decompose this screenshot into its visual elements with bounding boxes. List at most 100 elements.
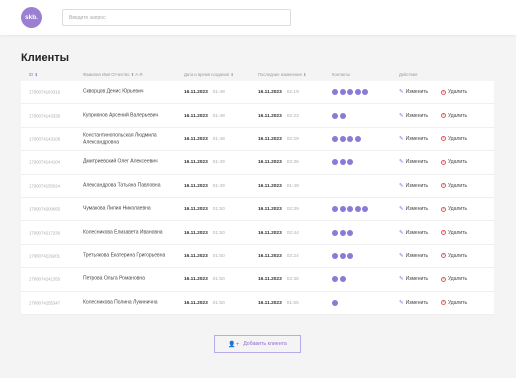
contact-icon[interactable] <box>347 159 353 166</box>
contact-icon[interactable] <box>347 135 353 142</box>
delete-icon: × <box>441 113 446 119</box>
delete-label: Удалить <box>448 112 468 119</box>
delete-label: Удалить <box>448 299 468 306</box>
contact-icon[interactable] <box>332 252 338 259</box>
updated-time: 02:36 <box>286 160 299 166</box>
contact-icon[interactable] <box>354 135 361 142</box>
edit-button[interactable]: ✎ Изменить <box>399 206 428 212</box>
table-row: 1700074155024 Александрова Татьяна Павлов… <box>21 174 494 198</box>
edit-button[interactable]: ✎ Изменить <box>399 183 428 189</box>
edit-button[interactable]: ✎ Изменить <box>399 300 428 306</box>
contact-icon[interactable] <box>347 89 353 96</box>
contact-icon[interactable] <box>347 206 353 213</box>
delete-button[interactable]: × Удалить <box>441 183 467 189</box>
created-time: 01:50 <box>212 300 225 306</box>
contact-icon[interactable] <box>332 159 338 166</box>
updated-datetime: 16.11.2023 02:36 <box>258 276 299 282</box>
delete-button[interactable]: × Удалить <box>441 276 467 282</box>
updated-date: 16.11.2023 <box>258 113 282 119</box>
delete-button[interactable]: × Удалить <box>441 206 467 212</box>
column-contacts-header: Контакты <box>332 72 351 77</box>
delete-button[interactable]: × Удалить <box>441 113 467 119</box>
edit-button[interactable]: ✎ Изменить <box>399 276 428 282</box>
contact-icon[interactable] <box>332 112 338 119</box>
contact-icon[interactable] <box>354 89 361 96</box>
edit-button[interactable]: ✎ Изменить <box>399 253 428 259</box>
search-input[interactable] <box>62 9 291 26</box>
updated-date: 16.11.2023 <box>258 90 282 96</box>
delete-button[interactable]: × Удалить <box>441 89 467 95</box>
created-datetime: 16.11.2023 01:48 <box>184 113 225 119</box>
column-created-header[interactable]: Дата и время создания ⬇ <box>184 72 234 77</box>
created-time: 01:48 <box>212 136 225 142</box>
delete-label: Удалить <box>448 89 468 96</box>
delete-icon: × <box>441 206 446 212</box>
contact-icon[interactable] <box>339 159 346 166</box>
contact-icon[interactable] <box>339 229 346 236</box>
edit-button[interactable]: ✎ Изменить <box>399 136 428 142</box>
edit-label: Изменить <box>405 89 429 96</box>
created-date: 16.11.2023 <box>184 160 208 166</box>
delete-icon: × <box>441 159 446 165</box>
contact-icon[interactable] <box>332 135 338 142</box>
contact-icon[interactable] <box>332 276 338 283</box>
contact-icon[interactable] <box>339 252 346 259</box>
contact-icon[interactable] <box>339 112 346 119</box>
updated-time: 01:49 <box>286 183 299 189</box>
table-row: 1700074143108 Константинопольская Людмила… <box>21 127 494 152</box>
contact-icon[interactable] <box>339 206 346 213</box>
updated-datetime: 16.11.2023 01:55 <box>258 300 299 306</box>
table-row: 1700074217236 Колесникова Елизавета Ивано… <box>21 221 494 245</box>
contact-icon[interactable] <box>332 299 338 306</box>
contact-icon[interactable] <box>362 89 368 96</box>
edit-label: Изменить <box>405 182 429 189</box>
created-datetime: 16.11.2023 01:50 <box>184 206 225 212</box>
contact-icon[interactable] <box>347 229 353 236</box>
delete-icon: × <box>441 183 446 189</box>
delete-button[interactable]: × Удалить <box>441 253 467 259</box>
edit-label: Изменить <box>405 252 429 259</box>
updated-datetime: 16.11.2023 01:49 <box>258 183 299 189</box>
created-datetime: 16.11.2023 01:50 <box>184 230 225 236</box>
delete-button[interactable]: × Удалить <box>441 136 467 142</box>
client-name: Скворцов Денис Юрьевич <box>83 88 144 95</box>
contact-icon[interactable] <box>354 206 361 213</box>
contact-icon[interactable] <box>332 206 338 213</box>
created-datetime: 16.11.2023 01:49 <box>184 183 225 189</box>
pencil-icon: ✎ <box>399 89 404 96</box>
client-id: 1700074163316 <box>29 89 61 95</box>
created-datetime: 16.11.2023 01:50 <box>184 276 225 282</box>
delete-label: Удалить <box>448 159 468 166</box>
contact-icon[interactable] <box>362 206 368 213</box>
edit-button[interactable]: ✎ Изменить <box>399 113 428 119</box>
column-name-header[interactable]: Фамилия Имя Отчество ⬆ А-Я <box>83 72 143 77</box>
contacts-list <box>332 112 346 119</box>
contact-icon[interactable] <box>332 89 338 96</box>
updated-datetime: 16.11.2023 02:19 <box>258 89 299 95</box>
contact-icon[interactable] <box>339 135 346 142</box>
edit-button[interactable]: ✎ Изменить <box>399 89 428 95</box>
delete-icon: × <box>441 253 446 259</box>
updated-time: 02:19 <box>286 90 299 96</box>
pencil-icon: ✎ <box>399 229 404 236</box>
logo: skb. <box>21 7 42 28</box>
delete-button[interactable]: × Удалить <box>441 159 467 165</box>
client-id: 1700074144104 <box>29 159 61 165</box>
contact-icon[interactable] <box>339 89 346 96</box>
client-name: Александрова Татьяна Павловна <box>83 182 161 189</box>
contact-icon[interactable] <box>347 252 353 259</box>
updated-date: 16.11.2023 <box>258 277 282 283</box>
contact-icon[interactable] <box>332 229 338 236</box>
pencil-icon: ✎ <box>399 276 404 283</box>
pencil-icon: ✎ <box>399 252 404 259</box>
add-client-button[interactable]: 👤+ Добавить клиента <box>214 335 301 353</box>
updated-time: 02:29 <box>286 136 299 142</box>
created-datetime: 16.11.2023 01:49 <box>184 159 225 165</box>
edit-button[interactable]: ✎ Изменить <box>399 159 428 165</box>
column-id-header[interactable]: ID ⬇ <box>29 72 38 77</box>
delete-button[interactable]: × Удалить <box>441 300 467 306</box>
edit-button[interactable]: ✎ Изменить <box>399 230 428 236</box>
contact-icon[interactable] <box>339 276 346 283</box>
delete-button[interactable]: × Удалить <box>441 230 467 236</box>
column-updated-header[interactable]: Последние изменения ⬇ <box>258 72 306 77</box>
